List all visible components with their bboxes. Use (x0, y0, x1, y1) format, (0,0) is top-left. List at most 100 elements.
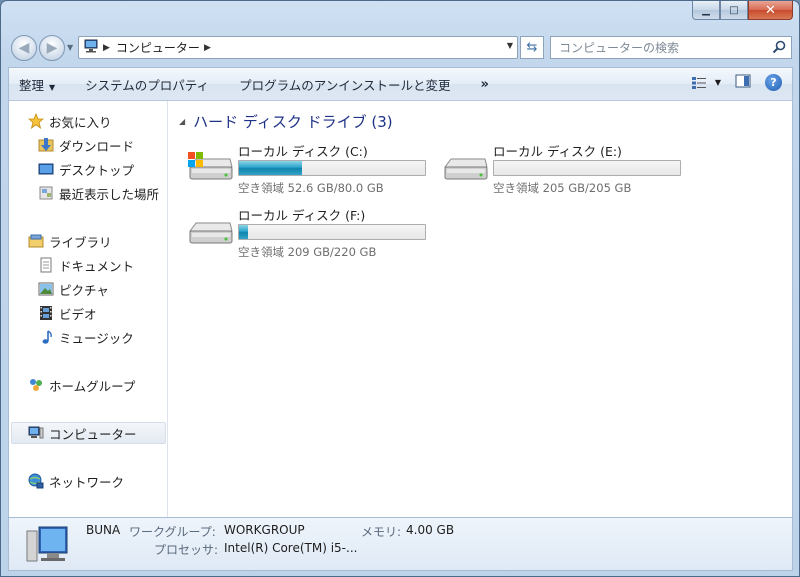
nav-desktop[interactable]: デスクトップ (38, 158, 134, 180)
more-commands-button[interactable]: » (480, 77, 488, 92)
breadcrumb-computer[interactable]: コンピューター (116, 39, 200, 56)
nav-libraries-label: ライブラリ (49, 234, 112, 250)
back-button[interactable]: ◀ (11, 35, 37, 61)
nav-videos[interactable]: ビデオ (38, 302, 97, 324)
explorer-window: ▁ □ ✕ ◀ ▶ ▼ ▶ コンピューター ▶ ▼ ⇆ コンピューターの検索 整… (0, 0, 800, 577)
library-icon (28, 234, 44, 248)
view-details-icon (691, 76, 706, 89)
nav-recent-places[interactable]: 最近表示した場所 (38, 182, 159, 204)
nav-computer-label: コンピューター (49, 426, 137, 442)
homegroup-icon (30, 379, 42, 391)
document-icon (40, 257, 52, 273)
nav-music[interactable]: ミュージック (38, 326, 134, 348)
group-header-hard-disks[interactable]: ◢ ハード ディスク ドライブ (3) (179, 111, 393, 132)
help-button[interactable]: ? (765, 74, 782, 91)
computer-small-icon (83, 39, 99, 56)
drive-usage-bar (493, 160, 681, 176)
address-bar[interactable]: ▶ コンピューター ▶ ▼ (78, 36, 518, 59)
nav-homegroup[interactable]: ホームグループ (28, 374, 135, 396)
nav-libraries[interactable]: ライブラリ (28, 230, 112, 252)
nav-homegroup-label: ホームグループ (49, 378, 136, 394)
nav-favorites[interactable]: お気に入り (28, 110, 112, 132)
drive-name: ローカル ディスク (C:) (238, 144, 368, 159)
drive-free-space: 空き領域 209 GB/220 GB (238, 245, 377, 259)
drive-name: ローカル ディスク (E:) (493, 144, 622, 159)
maximize-button[interactable]: □ (720, 1, 748, 20)
computer-name: BUNA (86, 523, 121, 537)
change-view-button[interactable]: ▼ (691, 76, 721, 90)
star-icon (28, 113, 44, 129)
group-title: ハード ディスク ドライブ (3) (193, 113, 393, 131)
close-button[interactable]: ✕ (748, 1, 793, 20)
drive-f[interactable]: ローカル ディスク (F:) 空き領域 209 GB/220 GB (186, 205, 426, 265)
nav-downloads[interactable]: ダウンロード (38, 134, 134, 156)
system-drive-icon (188, 152, 233, 180)
computer-icon (28, 426, 44, 439)
processor-value: Intel(R) Core(TM) i5-... (224, 541, 358, 555)
search-box[interactable] (550, 36, 792, 59)
nav-pictures[interactable]: ピクチャ (38, 278, 109, 300)
refresh-icon: ⇆ (526, 40, 538, 55)
collapse-group-icon[interactable]: ◢ (179, 117, 185, 126)
system-properties-button[interactable]: システムのプロパティ (85, 75, 209, 94)
navigation-pane[interactable]: お気に入り ダウンロード デスクトップ 最近表示した場所 ライブラリ ドキュメン… (9, 101, 168, 517)
nav-music-label: ミュージック (59, 330, 134, 346)
search-input[interactable] (559, 40, 759, 55)
chevron-down-icon: ▼ (49, 82, 56, 92)
breadcrumb-separator-icon[interactable]: ▶ (103, 43, 110, 53)
workgroup-label: ワークグループ: (129, 525, 216, 539)
nav-recent-label: 最近表示した場所 (59, 186, 160, 202)
network-icon (28, 473, 44, 489)
caption-buttons: ▁ □ ✕ (692, 1, 793, 20)
recent-places-icon (39, 186, 53, 200)
uninstall-programs-button[interactable]: プログラムのアンインストールと変更 (239, 75, 450, 94)
nav-pictures-label: ピクチャ (59, 282, 109, 298)
picture-icon (38, 282, 54, 296)
drive-free-space: 空き領域 52.6 GB/80.0 GB (238, 181, 384, 195)
search-icon[interactable] (772, 40, 786, 57)
computer-large-icon (26, 526, 68, 562)
hard-drive-icon (444, 158, 488, 180)
address-row: ◀ ▶ ▼ ▶ コンピューター ▶ ▼ ⇆ (1, 32, 799, 64)
drive-c[interactable]: ローカル ディスク (C:) 空き領域 52.6 GB/80.0 GB (186, 141, 426, 201)
nav-downloads-label: ダウンロード (59, 138, 135, 154)
nav-documents-label: ドキュメント (59, 258, 135, 274)
preview-pane-icon (735, 74, 751, 88)
breadcrumb-separator-icon[interactable]: ▶ (204, 43, 211, 53)
organize-label: 整理 (19, 77, 45, 93)
processor-label: プロセッサ: (154, 543, 219, 557)
organize-menu-button[interactable]: 整理 ▼ (19, 75, 55, 94)
nav-network[interactable]: ネットワーク (28, 470, 124, 492)
refresh-button[interactable]: ⇆ (520, 36, 544, 59)
drive-usage-bar (238, 224, 426, 240)
nav-documents[interactable]: ドキュメント (38, 254, 134, 276)
nav-videos-label: ビデオ (59, 306, 97, 322)
file-list-pane[interactable]: ◢ ハード ディスク ドライブ (3) ローカル ディスク (C:) 空き領域 … (169, 101, 792, 517)
chevron-down-icon: ▼ (714, 78, 721, 87)
details-pane: BUNA ワークグループ: WORKGROUP メモリ: 4.00 GB プロセ… (8, 517, 793, 571)
minimize-button[interactable]: ▁ (692, 1, 720, 20)
preview-pane-button[interactable] (735, 74, 751, 91)
drive-usage-bar (238, 160, 426, 176)
drive-free-space: 空き領域 205 GB/205 GB (493, 181, 632, 195)
memory-value: 4.00 GB (406, 523, 455, 537)
nav-favorites-label: お気に入り (49, 114, 112, 130)
command-bar: 整理 ▼ システムのプロパティ プログラムのアンインストールと変更 » ▼ ? (8, 67, 793, 101)
video-icon (40, 306, 52, 320)
workgroup-value: WORKGROUP (224, 523, 305, 537)
nav-desktop-label: デスクトップ (59, 162, 135, 178)
drive-usage-fill (239, 161, 303, 175)
downloads-folder-icon (38, 138, 54, 152)
forward-button[interactable]: ▶ (39, 35, 65, 61)
drive-e[interactable]: ローカル ディスク (E:) 空き領域 205 GB/205 GB (441, 141, 681, 201)
address-dropdown-icon[interactable]: ▼ (507, 41, 513, 50)
memory-label: メモリ: (361, 525, 402, 539)
music-note-icon (42, 330, 52, 344)
drive-name: ローカル ディスク (F:) (238, 208, 366, 223)
nav-network-label: ネットワーク (49, 474, 125, 490)
desktop-icon (38, 163, 54, 175)
hard-drive-icon (189, 222, 233, 244)
drive-usage-fill (239, 225, 249, 239)
recent-pages-dropdown-icon[interactable]: ▼ (67, 43, 73, 52)
nav-computer[interactable]: コンピューター (11, 422, 166, 444)
